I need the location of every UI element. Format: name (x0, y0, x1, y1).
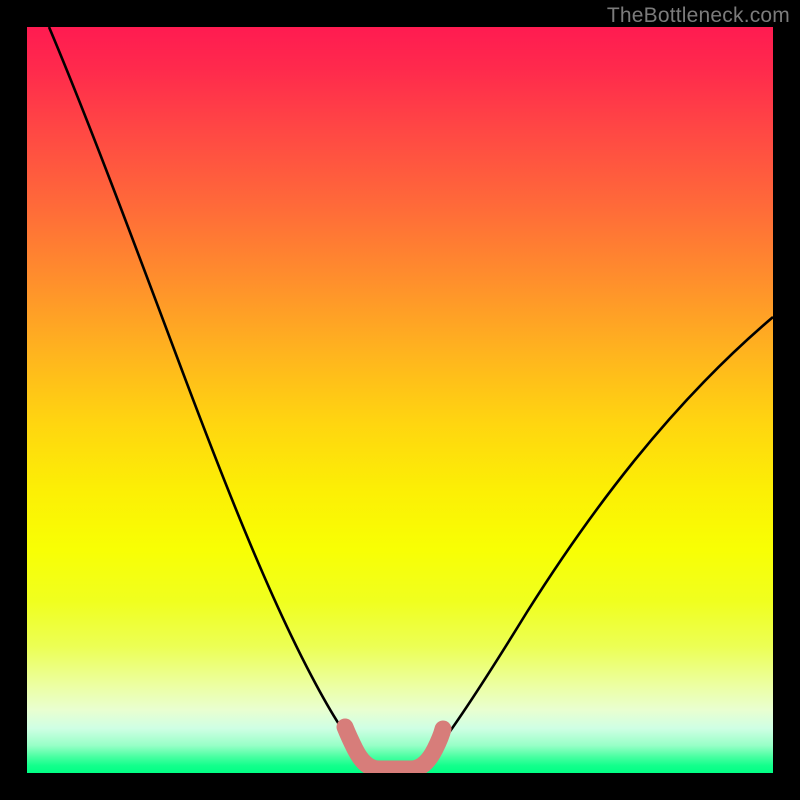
curve-layer (27, 27, 773, 773)
watermark-text: TheBottleneck.com (607, 4, 790, 28)
optimal-region-marker (345, 727, 443, 769)
bottleneck-curve (49, 27, 773, 767)
plot-area (27, 27, 773, 773)
chart-frame: TheBottleneck.com (0, 0, 800, 800)
